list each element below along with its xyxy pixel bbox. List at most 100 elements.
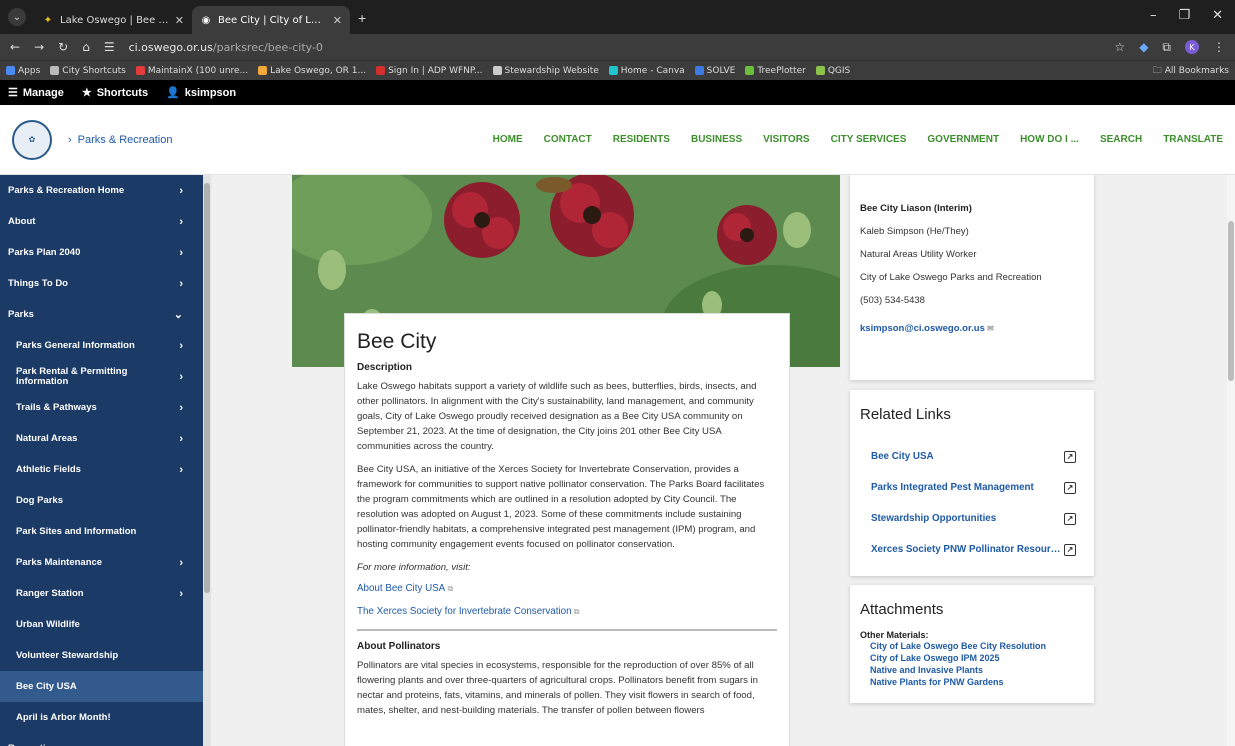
link-label: The Xerces Society for Invertebrate Cons… [357, 606, 572, 617]
xerces-society-link[interactable]: The Xerces Society for Invertebrate Cons… [357, 606, 777, 617]
new-tab-button[interactable]: + [350, 10, 366, 34]
sidebar-scroll-thumb[interactable] [204, 183, 210, 593]
chevron-right-icon[interactable]: › [179, 185, 183, 197]
sidebar-item[interactable]: Volunteer Stewardship [0, 640, 203, 671]
sidebar-item[interactable]: Parks & Recreation Home › [0, 175, 203, 206]
back-icon[interactable]: ← [10, 40, 20, 54]
sidebar-item[interactable]: Things To Do › [0, 268, 203, 299]
nav-item[interactable]: CONTACT [544, 134, 592, 145]
tab-close-icon[interactable]: ✕ [333, 14, 342, 27]
sidebar-item[interactable]: Recreation› [0, 733, 203, 746]
contact-email-link[interactable]: ksimpson@ci.oswego.or.us ✉ [860, 323, 994, 334]
nav-item[interactable]: BUSINESS [691, 134, 742, 145]
article-content: Bee City Description Lake Oswego habitat… [344, 313, 790, 746]
breadcrumb[interactable]: › Parks & Recreation [68, 134, 172, 146]
menu-kebab-icon[interactable]: ⋮ [1213, 40, 1225, 54]
restore-icon[interactable]: ❐ [1178, 8, 1190, 23]
sidebar-item[interactable]: April is Arbor Month! [0, 702, 203, 733]
sidebar-item[interactable]: Athletic Fields › [0, 454, 203, 485]
page-scrollbar[interactable] [1227, 175, 1235, 746]
browser-tab-active[interactable]: ◉ Bee City | City of Lake Oswego ✕ [192, 6, 350, 34]
chevron-right-icon[interactable]: › [179, 588, 183, 600]
page-scroll-thumb[interactable] [1228, 221, 1234, 381]
sidebar-item[interactable]: Parks Plan 2040 › [0, 237, 203, 268]
minimize-icon[interactable]: – [1150, 8, 1157, 23]
nav-item[interactable]: GOVERNMENT [927, 134, 999, 145]
bookmark-item[interactable]: MaintainX (100 unre... [135, 66, 248, 76]
bookmark-item[interactable]: City Shortcuts [50, 66, 126, 76]
bookmark-item[interactable]: Stewardship Website [492, 66, 599, 76]
chevron-right-icon[interactable]: › [179, 402, 183, 414]
manage-menu[interactable]: ☰ Manage [8, 86, 64, 100]
chevron-right-icon[interactable]: › [179, 247, 183, 259]
related-link[interactable]: Xerces Society PNW Pollinator Resources ↗ [860, 534, 1084, 565]
bookmark-item[interactable]: TreePlotter [745, 66, 806, 76]
nav-item[interactable]: TRANSLATE [1163, 134, 1223, 145]
home-icon[interactable]: ⌂ [82, 40, 90, 54]
related-link[interactable]: Bee City USA ↗ [860, 441, 1084, 472]
sidebar-item[interactable]: Trails & Pathways › [0, 392, 203, 423]
chevron-right-icon[interactable]: › [179, 557, 183, 569]
sidebar-item[interactable]: Dog Parks [0, 485, 203, 516]
bookmark-item[interactable]: QGIS [815, 66, 850, 76]
profile-avatar-icon[interactable]: K [1185, 40, 1199, 54]
sidebar-item[interactable]: Parks Maintenance › [0, 547, 203, 578]
bookmark-favicon-icon [694, 66, 704, 75]
shortcuts-menu[interactable]: ★ Shortcuts [82, 86, 148, 100]
attachment-link[interactable]: City of Lake Oswego IPM 2025 [860, 652, 1084, 664]
nav-item[interactable]: CITY SERVICES [831, 134, 907, 145]
bookmark-item[interactable]: Sign In | ADP WFNP... [376, 66, 483, 76]
sidebar-item[interactable]: Ranger Station › [0, 578, 203, 609]
nav-item[interactable]: SEARCH [1100, 134, 1142, 145]
nav-item[interactable]: HOME [493, 134, 523, 145]
sidebar-item[interactable]: Urban Wildlife [0, 609, 203, 640]
description-heading: Description [357, 362, 413, 373]
sidebar-item[interactable]: Bee City USA [0, 671, 203, 702]
city-seal-logo[interactable]: ✿ [12, 119, 52, 160]
about-bee-city-link[interactable]: About Bee City USA ⧉ [357, 583, 777, 594]
chevron-right-icon[interactable]: › [179, 216, 183, 228]
chevron-right-icon[interactable]: › [179, 743, 183, 746]
bookmark-item[interactable]: Home - Canva [608, 66, 685, 76]
extension-icon[interactable]: ◆ [1139, 40, 1148, 54]
sidebar-item[interactable]: Park Rental & Permitting Information › [0, 361, 203, 392]
attachment-link[interactable]: Native and Invasive Plants [860, 664, 1084, 676]
attachment-link[interactable]: City of Lake Oswego Bee City Resolution [860, 640, 1084, 652]
attachments-group-label: Other Materials: [860, 630, 929, 640]
browser-tab[interactable]: ✦ Lake Oswego | Bee City USA ✕ [34, 6, 192, 34]
tab-close-icon[interactable]: ✕ [175, 14, 184, 27]
related-link[interactable]: Stewardship Opportunities ↗ [860, 503, 1084, 534]
sidebar-item[interactable]: Natural Areas › [0, 423, 203, 454]
bookmark-item[interactable]: Apps [6, 66, 40, 76]
nav-item[interactable]: HOW DO I ... [1020, 134, 1079, 145]
reload-icon[interactable]: ↻ [58, 40, 68, 54]
site-info-icon[interactable]: ☰ [104, 40, 115, 54]
chevron-right-icon[interactable]: › [179, 371, 183, 383]
sidebar-item[interactable]: About › [0, 206, 203, 237]
bookmark-item[interactable]: Lake Oswego, OR 1... [258, 66, 366, 76]
chevron-down-icon[interactable]: ⌄ [174, 308, 183, 321]
sidebar-scrollbar[interactable] [203, 175, 211, 746]
nav-item[interactable]: RESIDENTS [613, 134, 670, 145]
address-bar[interactable]: ci.oswego.or.us/parksrec/bee-city-0 [129, 41, 323, 54]
tab-search-button[interactable]: ⌄ [8, 8, 26, 26]
chevron-right-icon[interactable]: › [179, 340, 183, 352]
chevron-right-icon[interactable]: › [179, 278, 183, 290]
all-bookmarks-button[interactable]: 🗀 All Bookmarks [1153, 63, 1229, 79]
nav-item[interactable]: VISITORS [763, 134, 810, 145]
forward-icon[interactable]: → [34, 40, 44, 54]
user-menu[interactable]: 👤 ksimpson [166, 86, 236, 100]
related-link[interactable]: Parks Integrated Pest Management ↗ [860, 472, 1084, 503]
chevron-right-icon[interactable]: › [179, 464, 183, 476]
bookmark-item[interactable]: SOLVE [694, 66, 735, 76]
extensions-puzzle-icon[interactable]: ⧉ [1162, 40, 1171, 55]
sidebar-item[interactable]: Park Sites and Information [0, 516, 203, 547]
bookmark-star-icon[interactable]: ☆ [1114, 40, 1125, 54]
contact-name: Kaleb Simpson (He/They) [860, 226, 969, 237]
chevron-right-icon[interactable]: › [179, 433, 183, 445]
close-window-icon[interactable]: ✕ [1212, 8, 1223, 23]
attachment-link[interactable]: Native Plants for PNW Gardens [860, 676, 1084, 688]
sidebar-item[interactable]: Parks General Information › [0, 330, 203, 361]
sidebar-item[interactable]: Parks ⌄ [0, 299, 203, 330]
url-path: /parksrec/bee-city-0 [212, 40, 323, 54]
